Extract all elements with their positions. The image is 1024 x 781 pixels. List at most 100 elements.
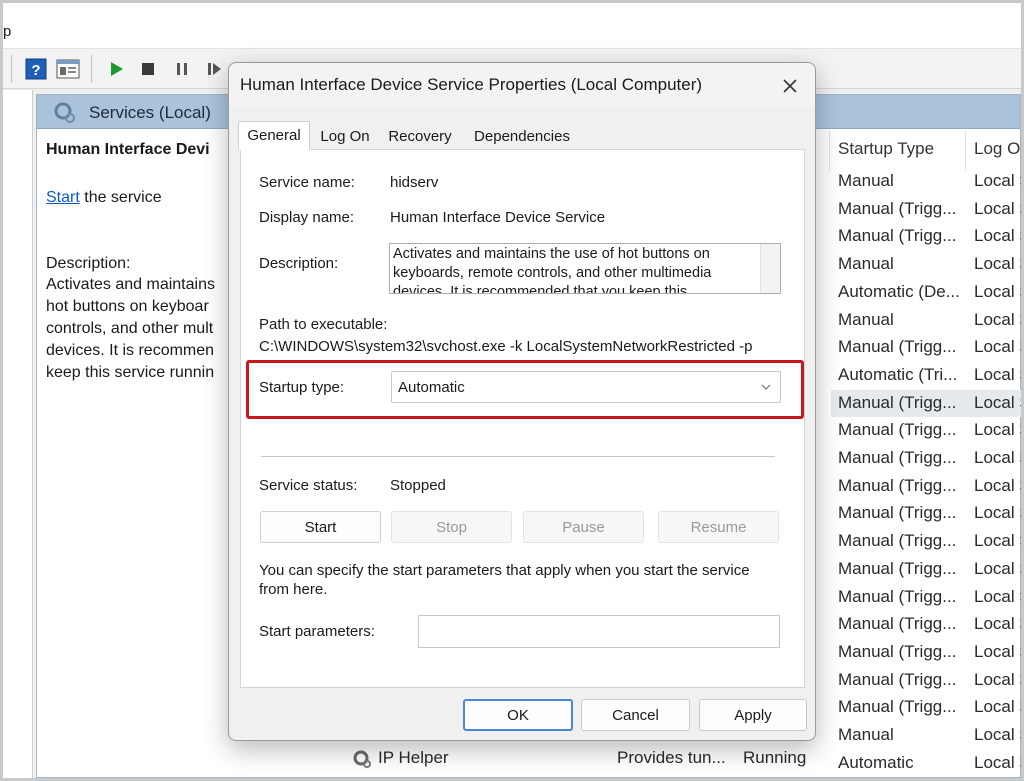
startup-type-cell: Manual (Trigg... bbox=[838, 641, 957, 661]
service-status-value: Stopped bbox=[390, 477, 446, 494]
dialog-title: Human Interface Device Service Propertie… bbox=[240, 75, 703, 94]
description-scrollbar[interactable] bbox=[760, 244, 780, 293]
table-row[interactable]: Manual (Trigg... Local S bbox=[831, 389, 1024, 417]
ok-button[interactable]: OK bbox=[463, 699, 573, 731]
table-row[interactable]: Manual Local S bbox=[831, 168, 1024, 195]
table-row[interactable]: Manual Local S bbox=[831, 722, 1024, 749]
log-on-cell: Local S bbox=[974, 281, 1024, 301]
table-row[interactable]: Automatic Local S bbox=[831, 750, 1024, 777]
table-row[interactable]: Manual (Trigg... Local S bbox=[831, 196, 1024, 223]
services-gear-icon bbox=[53, 101, 77, 130]
table-row[interactable]: Automatic (Tri... Local S bbox=[831, 362, 1024, 389]
play-icon[interactable] bbox=[103, 56, 129, 82]
log-on-cell: Local S bbox=[974, 226, 1024, 246]
close-icon[interactable] bbox=[777, 73, 803, 99]
startup-type-cell: Manual (Trigg... bbox=[838, 531, 957, 551]
startup-type-cell: Manual (Trigg... bbox=[838, 586, 957, 606]
table-row[interactable]: Manual (Trigg... Local S bbox=[831, 694, 1024, 721]
window-top-strip bbox=[3, 3, 1021, 17]
log-on-cell: Local S bbox=[974, 725, 1024, 744]
start-service-line: Start the service bbox=[46, 189, 162, 207]
ip-helper-description: Provides tun... bbox=[617, 748, 726, 767]
start-parameters-input[interactable] bbox=[418, 615, 780, 648]
tab-dependencies[interactable]: Dependencies bbox=[464, 123, 580, 151]
start-parameters-hint: You can specify the start parameters tha… bbox=[259, 562, 750, 598]
menu-item-partial[interactable]: p bbox=[3, 23, 11, 40]
table-row[interactable]: Manual (Trigg... Local S bbox=[831, 334, 1024, 361]
startup-type-highlight bbox=[246, 360, 804, 419]
log-on-cell: Local S bbox=[974, 503, 1024, 523]
table-row[interactable]: Manual Local S bbox=[831, 307, 1024, 334]
column-header-startup-type[interactable]: Startup Type bbox=[838, 139, 934, 159]
toolbar-separator bbox=[11, 55, 12, 83]
log-on-cell: Local S bbox=[974, 420, 1024, 440]
table-row[interactable]: Manual (Trigg... Local S bbox=[831, 528, 1024, 555]
startup-type-cell: Manual (Trigg... bbox=[838, 198, 957, 218]
resume-button[interactable]: Resume bbox=[658, 511, 779, 543]
pause-button[interactable]: Pause bbox=[523, 511, 644, 543]
path-label: Path to executable: bbox=[259, 316, 388, 333]
log-on-cell: Local S bbox=[974, 531, 1024, 551]
tab-log-on[interactable]: Log On bbox=[313, 123, 377, 151]
pause-icon[interactable] bbox=[169, 56, 195, 82]
service-name-label: Service name: bbox=[259, 174, 355, 191]
table-row[interactable]: Manual (Trigg... Local S bbox=[831, 556, 1024, 583]
log-on-cell: Local S bbox=[974, 586, 1024, 606]
column-header-log-on[interactable]: Log O bbox=[974, 139, 1020, 159]
stop-icon[interactable] bbox=[135, 56, 161, 82]
start-service-link[interactable]: Start bbox=[46, 189, 80, 206]
tab-recovery[interactable]: Recovery bbox=[380, 123, 460, 151]
description-line: devices. It is recommen bbox=[46, 342, 215, 359]
ip-helper-name[interactable]: IP Helper bbox=[378, 748, 449, 768]
startup-type-cell: Manual (Trigg... bbox=[838, 420, 957, 440]
table-row[interactable]: Manual (Trigg... Local S bbox=[831, 667, 1024, 694]
tab-general[interactable]: General bbox=[238, 121, 310, 150]
display-name-value: Human Interface Device Service bbox=[390, 209, 606, 226]
table-row[interactable]: Automatic (De... Local S bbox=[831, 279, 1024, 306]
table-row[interactable]: Manual (Trigg... Local S bbox=[831, 223, 1024, 250]
startup-type-cell: Manual bbox=[838, 309, 894, 329]
display-name-label: Display name: bbox=[259, 209, 355, 226]
column-separator[interactable] bbox=[965, 131, 966, 171]
table-row[interactable]: Manual (Trigg... Local S bbox=[831, 417, 1024, 444]
description-label: Description: bbox=[259, 255, 339, 272]
apply-button[interactable]: Apply bbox=[699, 699, 807, 731]
startup-type-cell: Manual (Trigg... bbox=[838, 669, 957, 689]
description-label: Description: bbox=[46, 255, 131, 272]
startup-type-cell: Manual (Trigg... bbox=[838, 503, 957, 523]
startup-type-cell: Manual (Trigg... bbox=[838, 558, 957, 578]
log-on-cell: Local S bbox=[974, 752, 1024, 772]
log-on-cell: Local S bbox=[974, 364, 1024, 384]
startup-type-cell: Manual (Trigg... bbox=[838, 226, 957, 246]
table-row[interactable]: Manual (Trigg... Local S bbox=[831, 500, 1024, 527]
column-separator[interactable] bbox=[829, 131, 830, 171]
log-on-cell: Local S bbox=[974, 641, 1024, 661]
log-on-cell: Local S bbox=[974, 198, 1024, 218]
help-icon[interactable]: ? bbox=[23, 56, 49, 82]
table-row[interactable]: Manual (Trigg... Local S bbox=[831, 611, 1024, 638]
table-row[interactable]: Manual (Trigg... Local S bbox=[831, 584, 1024, 611]
log-on-cell: Local S bbox=[974, 475, 1024, 495]
console-tree-pane bbox=[3, 90, 33, 778]
startup-type-cell: Manual bbox=[838, 254, 894, 274]
description-textbox[interactable]: Activates and maintains the use of hot b… bbox=[389, 243, 781, 294]
ip-helper-status: Running bbox=[743, 748, 807, 767]
table-row[interactable]: Manual (Trigg... Local S bbox=[831, 473, 1024, 500]
description-line: keep this service runnin bbox=[46, 364, 215, 381]
cancel-button[interactable]: Cancel bbox=[581, 699, 690, 731]
show-hide-console-icon[interactable] bbox=[55, 56, 81, 82]
start-button[interactable]: Start bbox=[260, 511, 381, 543]
log-on-cell: Local S bbox=[974, 254, 1024, 274]
log-on-cell: Local S bbox=[974, 171, 1024, 190]
table-row[interactable]: Manual Local S bbox=[831, 251, 1024, 278]
stop-button[interactable]: Stop bbox=[391, 511, 512, 543]
startup-type-cell: Automatic bbox=[838, 752, 914, 772]
table-row[interactable]: Manual (Trigg... Local S bbox=[831, 445, 1024, 472]
restart-icon[interactable] bbox=[201, 56, 227, 82]
menu-bar: p bbox=[3, 17, 1021, 49]
table-row[interactable]: Manual (Trigg... Local S bbox=[831, 639, 1024, 666]
svg-text:?: ? bbox=[31, 62, 40, 79]
log-on-cell: Local S bbox=[974, 448, 1024, 467]
path-value: C:\WINDOWS\system32\svchost.exe -k Local… bbox=[259, 338, 753, 355]
dialog-titlebar[interactable]: Human Interface Device Service Propertie… bbox=[229, 63, 815, 107]
